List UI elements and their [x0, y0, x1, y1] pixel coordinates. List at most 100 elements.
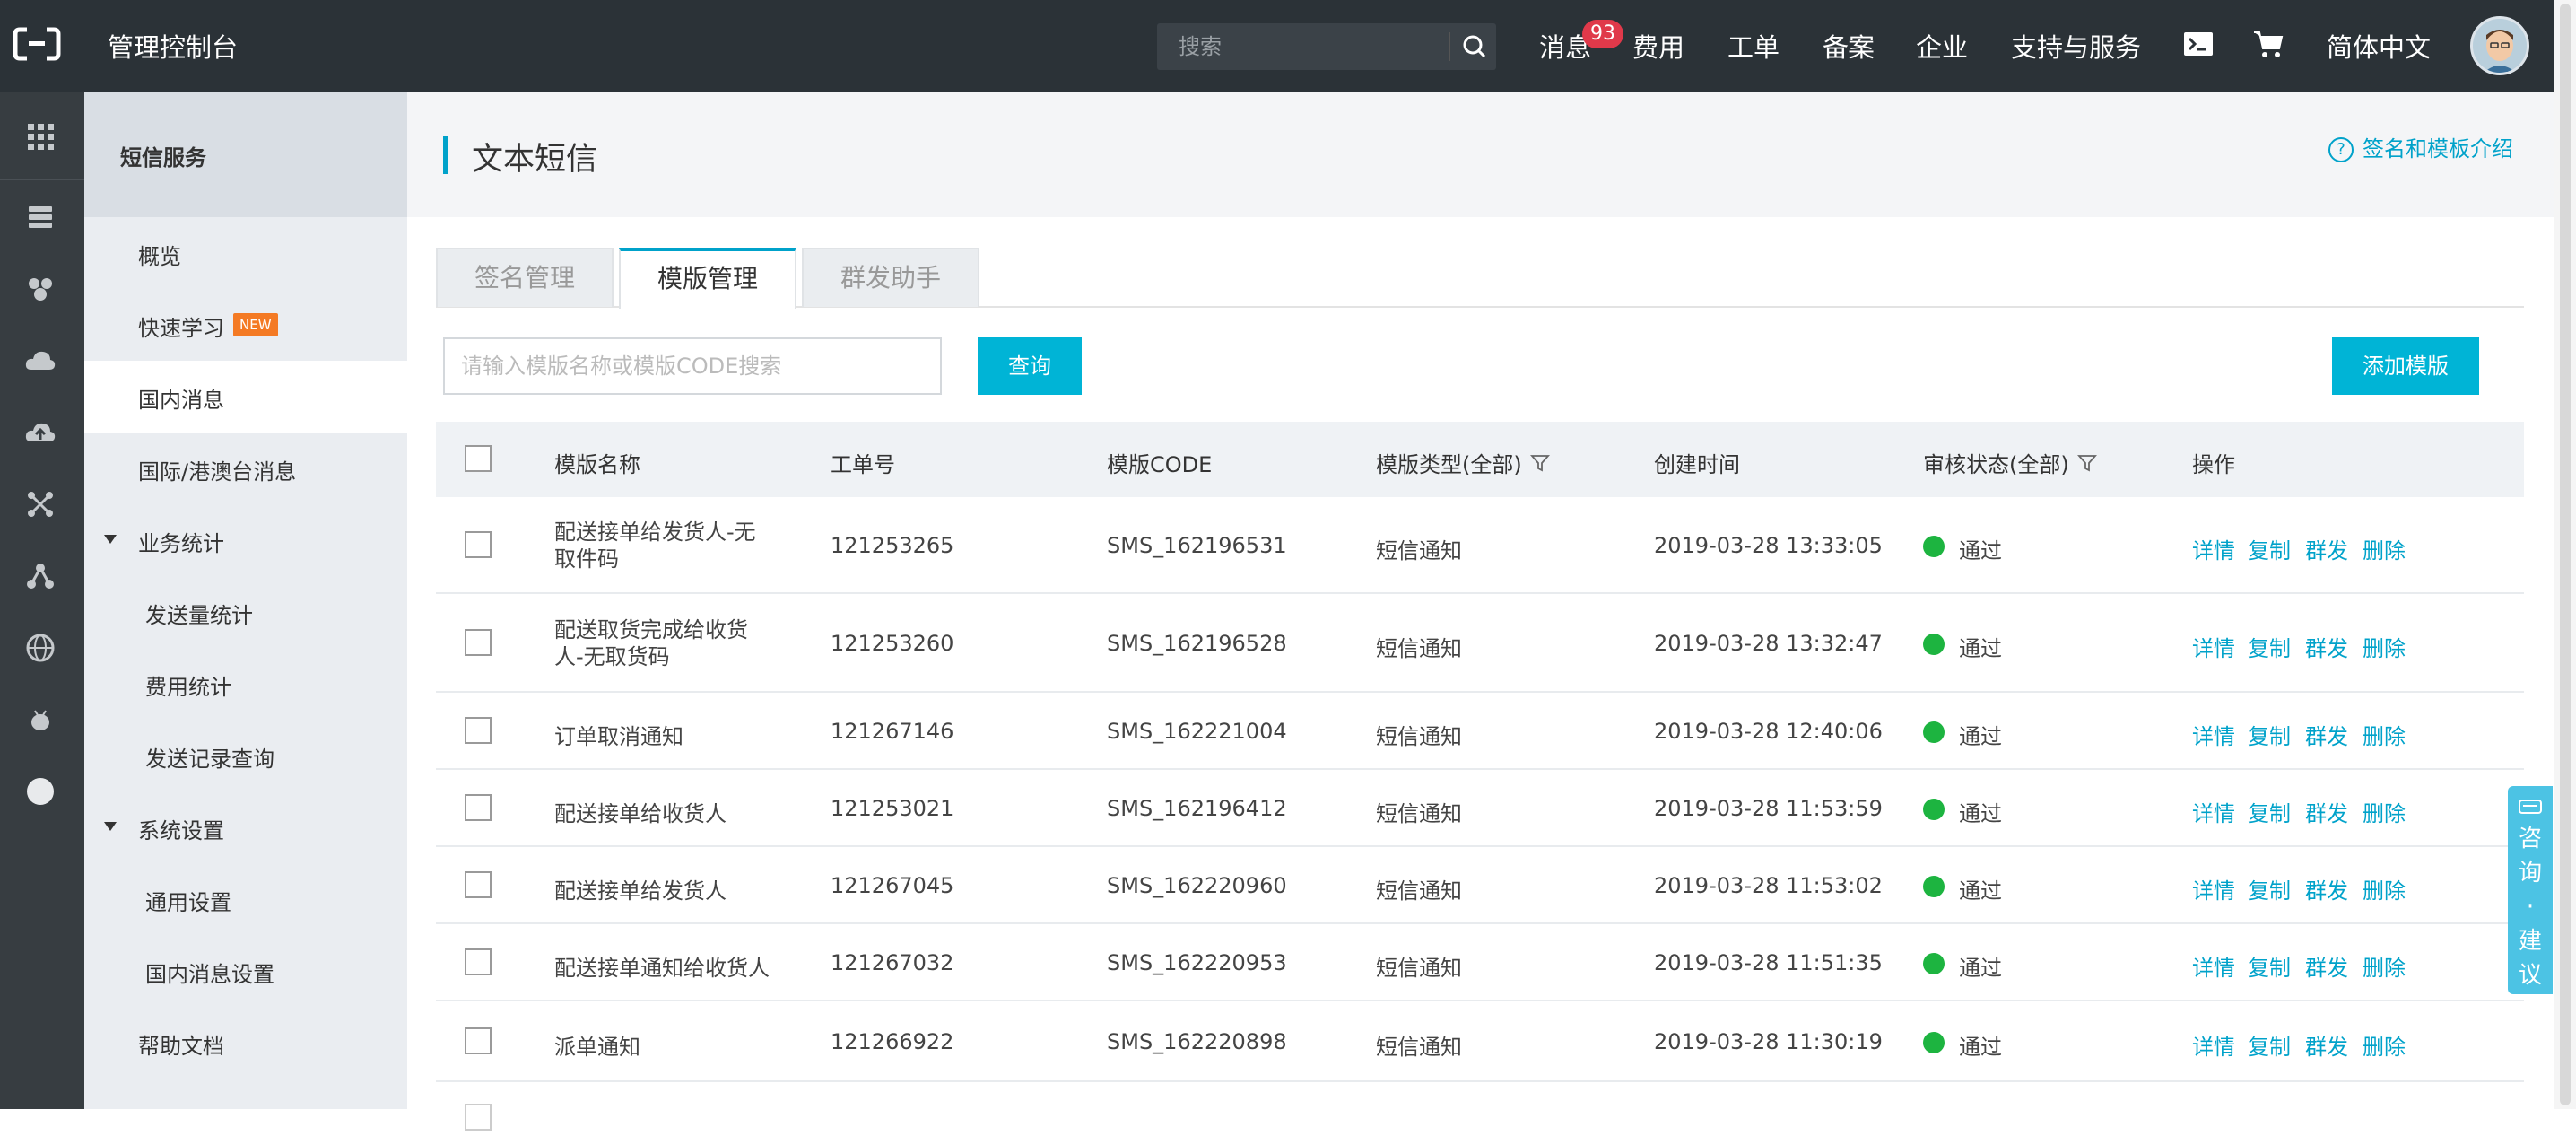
server-icon[interactable] — [22, 199, 58, 235]
detail-link[interactable]: 详情 — [2192, 950, 2235, 982]
row-checkbox[interactable] — [465, 717, 492, 744]
filter-icon[interactable] — [1529, 452, 1551, 474]
terminal-icon[interactable] — [2181, 27, 2215, 61]
console-title[interactable]: 管理控制台 — [108, 27, 238, 65]
circle-app-icon[interactable] — [22, 773, 58, 809]
help-link[interactable]: ? 签名和模板介绍 — [2328, 131, 2513, 162]
cloud-icon[interactable] — [22, 343, 58, 379]
delete-link[interactable]: 删除 — [2363, 533, 2406, 564]
bulk-send-link[interactable]: 群发 — [2305, 873, 2348, 904]
delete-link[interactable]: 删除 — [2363, 1029, 2406, 1061]
sidebar-item-domestic-messages[interactable]: 国内消息 — [84, 361, 407, 433]
grid-menu-icon[interactable] — [22, 118, 58, 154]
status-dot — [1923, 536, 1945, 557]
col-review-status[interactable]: 审核状态(全部) — [1923, 447, 2098, 478]
page-scrollbar[interactable] — [2554, 0, 2576, 1109]
cluster-icon[interactable] — [22, 271, 58, 307]
sidebar-item-help-docs[interactable]: 帮助文档 — [84, 1007, 407, 1079]
detail-link[interactable]: 详情 — [2192, 873, 2235, 904]
copy-link[interactable]: 复制 — [2248, 533, 2291, 564]
row-checkbox[interactable] — [465, 871, 492, 898]
network-icon[interactable] — [22, 486, 58, 522]
row-checkbox[interactable] — [465, 629, 492, 656]
row-checkbox[interactable] — [465, 794, 492, 821]
detail-link[interactable]: 详情 — [2192, 1029, 2235, 1061]
table-row: 派单通知 121266922 SMS_162220898 短信通知 2019-03-28… — [436, 1001, 2524, 1082]
sidebar-item-international-messages[interactable]: 国际/港澳台消息 — [84, 433, 407, 504]
sidebar-item-label: 概览 — [138, 244, 181, 269]
delete-link[interactable]: 删除 — [2363, 796, 2406, 827]
cart-icon[interactable] — [2251, 27, 2285, 61]
sidebar-item-general-settings[interactable]: 通用设置 — [84, 863, 407, 935]
sidebar-item-overview[interactable]: 概览 — [84, 217, 407, 289]
copy-link[interactable]: 复制 — [2248, 796, 2291, 827]
cell-ticket-no: 121267045 — [831, 873, 954, 898]
row-checkbox[interactable] — [465, 948, 492, 975]
search-icon[interactable] — [1458, 31, 1491, 63]
query-button[interactable]: 查询 — [978, 337, 1082, 395]
avatar-face-icon — [2473, 19, 2527, 73]
col-template-code: 模版CODE — [1107, 452, 1213, 477]
delete-link[interactable]: 删除 — [2363, 950, 2406, 982]
row-checkbox[interactable] — [465, 1104, 492, 1131]
sidebar-item-quick-start[interactable]: 快速学习 NEW — [84, 289, 407, 361]
status-dot — [1923, 721, 1945, 743]
copy-link[interactable]: 复制 — [2248, 1029, 2291, 1061]
detail-link[interactable]: 详情 — [2192, 719, 2235, 750]
tab-bulk-send[interactable]: 群发助手 — [802, 248, 979, 307]
sidebar-item-cost-statistics[interactable]: 费用统计 — [84, 648, 407, 720]
filter-icon[interactable] — [2076, 452, 2098, 474]
bulk-send-link[interactable]: 群发 — [2305, 719, 2348, 750]
bug-icon[interactable] — [22, 702, 58, 738]
bulk-send-link[interactable]: 群发 — [2305, 796, 2348, 827]
copy-link[interactable]: 复制 — [2248, 950, 2291, 982]
feedback-float-tab[interactable]: 咨 询 · 建 议 — [2508, 786, 2553, 994]
copy-link[interactable]: 复制 — [2248, 873, 2291, 904]
delete-link[interactable]: 删除 — [2363, 719, 2406, 750]
cell-ticket-no: 121253260 — [831, 631, 954, 656]
cloud-upload-icon[interactable] — [22, 415, 58, 450]
copy-link[interactable]: 复制 — [2248, 719, 2291, 750]
cell-ticket-no: 121267032 — [831, 950, 954, 975]
delete-link[interactable]: 删除 — [2363, 873, 2406, 904]
sidebar-item-send-records[interactable]: 发送记录查询 — [84, 720, 407, 791]
select-all-checkbox[interactable] — [465, 445, 492, 472]
table-header: 模版名称 工单号 模版CODE 模版类型(全部) 创建时间 审核状态(全部) 操… — [436, 422, 2524, 497]
user-avatar[interactable] — [2470, 16, 2529, 75]
nav-icp[interactable]: 备案 — [1823, 27, 1875, 65]
cell-template-name: 配送接单给收货人 — [554, 801, 727, 826]
language-switch[interactable]: 简体中文 — [2327, 27, 2431, 65]
bulk-send-link[interactable]: 群发 — [2305, 950, 2348, 982]
global-search-input[interactable] — [1179, 23, 1448, 70]
topology-icon[interactable] — [22, 558, 58, 594]
cell-ticket-no: 121267146 — [831, 719, 954, 744]
col-template-type[interactable]: 模版类型(全部) — [1376, 447, 1551, 478]
detail-link[interactable]: 详情 — [2192, 533, 2235, 564]
tab-signatures[interactable]: 签名管理 — [436, 248, 614, 307]
nav-billing[interactable]: 费用 — [1632, 27, 1684, 65]
copy-link[interactable]: 复制 — [2248, 631, 2291, 662]
scrollbar-thumb[interactable] — [2560, 4, 2571, 1105]
sidebar-item-label: 发送量统计 — [145, 603, 253, 628]
sidebar-group-system-settings[interactable]: 系统设置 — [84, 791, 407, 863]
sidebar-item-send-volume[interactable]: 发送量统计 — [84, 576, 407, 648]
nav-support[interactable]: 支持与服务 — [2011, 27, 2141, 65]
globe-icon[interactable] — [22, 630, 58, 666]
nav-enterprise[interactable]: 企业 — [1916, 27, 1968, 65]
delete-link[interactable]: 删除 — [2363, 631, 2406, 662]
sidebar-item-domestic-settings[interactable]: 国内消息设置 — [84, 935, 407, 1007]
aliyun-logo-icon[interactable] — [13, 27, 61, 61]
row-checkbox[interactable] — [465, 1027, 492, 1054]
detail-link[interactable]: 详情 — [2192, 631, 2235, 662]
detail-link[interactable]: 详情 — [2192, 796, 2235, 827]
template-search-input[interactable] — [443, 337, 942, 395]
add-template-button[interactable]: 添加模版 — [2332, 337, 2479, 395]
tab-templates[interactable]: 模版管理 — [619, 248, 796, 309]
row-checkbox[interactable] — [465, 531, 492, 558]
bulk-send-link[interactable]: 群发 — [2305, 631, 2348, 662]
bulk-send-link[interactable]: 群发 — [2305, 1029, 2348, 1061]
sidebar-group-statistics[interactable]: 业务统计 — [84, 504, 407, 576]
bulk-send-link[interactable]: 群发 — [2305, 533, 2348, 564]
nav-tickets[interactable]: 工单 — [1727, 27, 1780, 65]
page-title: 文本短信 — [472, 142, 598, 178]
